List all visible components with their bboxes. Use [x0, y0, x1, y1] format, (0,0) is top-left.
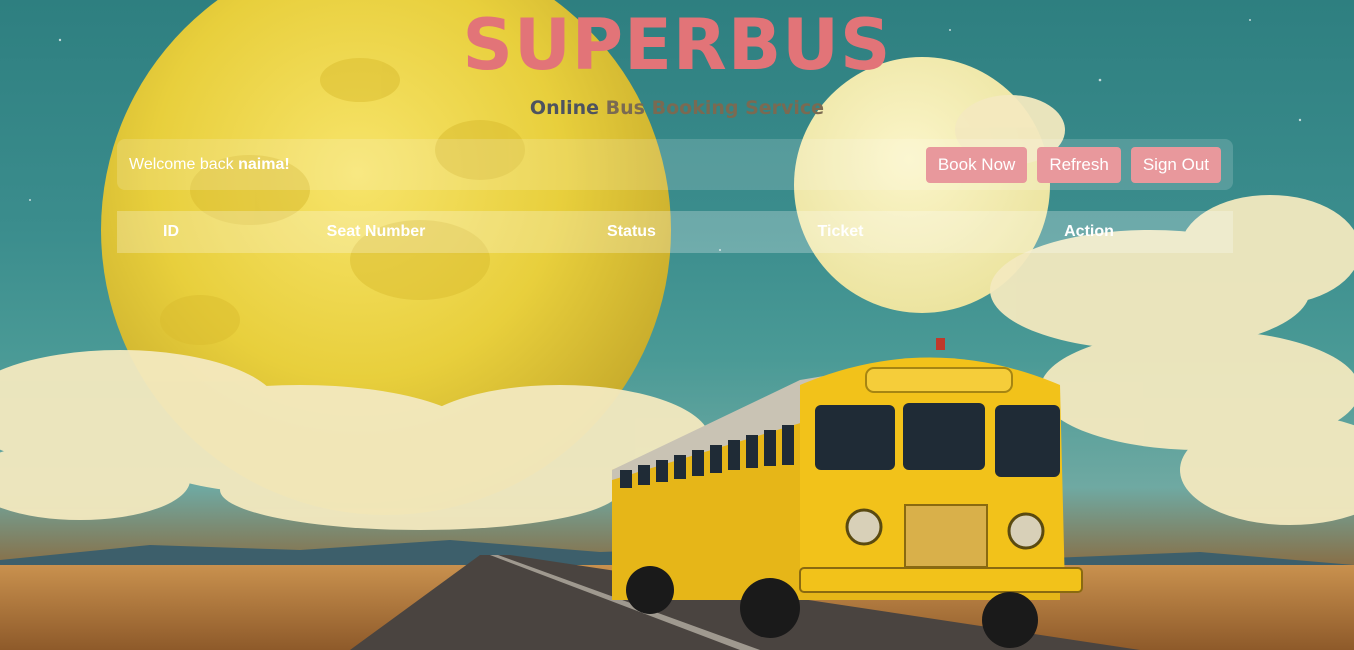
- nav-buttons: Book Now Refresh Sign Out: [925, 146, 1221, 183]
- tagline-suffix: Bus Booking Service: [605, 97, 825, 119]
- tagline-prefix: Online: [529, 97, 600, 119]
- top-navbar: Welcome back naima! Book Now Refresh Sig…: [117, 139, 1233, 190]
- sign-out-button[interactable]: Sign Out: [1130, 146, 1221, 183]
- refresh-button[interactable]: Refresh: [1037, 146, 1121, 183]
- tagline: Online Bus Booking Service: [0, 97, 1354, 119]
- welcome-prefix: Welcome back: [129, 155, 234, 173]
- welcome-message: Welcome back naima!: [129, 156, 290, 174]
- username: naima!: [238, 155, 290, 173]
- book-now-button[interactable]: Book Now: [925, 146, 1028, 183]
- column-header-id: ID: [163, 223, 179, 240]
- column-header-action: Action: [1064, 223, 1114, 240]
- column-header-status: Status: [607, 223, 656, 240]
- bookings-table-header: ID Seat Number Status Ticket Action: [117, 211, 1233, 253]
- brand-title: SUPERBUS: [462, 4, 892, 86]
- column-header-ticket: Ticket: [817, 223, 864, 240]
- column-header-seat-number: Seat Number: [326, 223, 426, 240]
